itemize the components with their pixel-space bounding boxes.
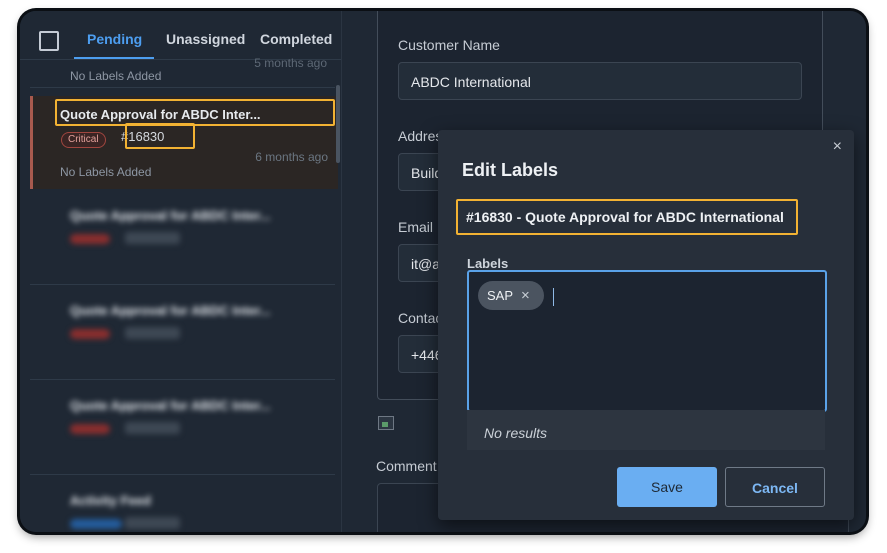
ticket-number — [125, 327, 180, 339]
item-labels: No Labels Added — [70, 69, 162, 83]
customer-name-field[interactable]: ABDC International — [398, 62, 802, 100]
list-scrollbar[interactable] — [336, 85, 340, 163]
list-item[interactable]: Quote Approval for ABDC Inter... — [30, 190, 335, 285]
highlight-box — [125, 123, 195, 149]
item-labels: No Labels Added — [60, 165, 152, 179]
select-all-checkbox[interactable] — [39, 31, 59, 51]
close-icon[interactable]: × — [833, 138, 842, 156]
tab-completed[interactable]: Completed — [260, 31, 332, 47]
item-time: 5 months ago — [254, 56, 327, 70]
contact-label: Contac — [398, 310, 443, 326]
critical-badge — [70, 424, 110, 434]
broken-image-icon — [378, 416, 394, 430]
item-title: Quote Approval for ABDC Inter... — [70, 208, 271, 223]
critical-badge — [70, 234, 110, 244]
remove-chip-icon[interactable]: × — [521, 281, 530, 310]
label-chip-sap: SAP × — [478, 281, 544, 310]
no-results-dropdown: No results — [467, 410, 825, 450]
item-time: 6 months ago — [255, 150, 328, 164]
item-title: Quote Approval for ABDC Inter... — [70, 398, 271, 413]
chip-text: SAP — [487, 288, 514, 303]
list-item[interactable]: 5 months ago No Labels Added — [30, 56, 335, 88]
email-label: Email — [398, 219, 434, 235]
list-item[interactable]: Quote Approval for ABDC Inter... — [30, 285, 335, 380]
ticket-number — [125, 232, 180, 244]
tab-bar: Pending Unassigned Completed — [20, 11, 341, 60]
critical-badge — [70, 329, 110, 339]
status-badge — [70, 519, 122, 529]
tab-unassigned[interactable]: Unassigned — [166, 31, 245, 47]
highlight-box — [55, 99, 335, 126]
modal-subtitle: #16830 - Quote Approval for ABDC Interna… — [466, 209, 784, 225]
labels-input[interactable]: SAP × — [467, 270, 827, 412]
modal-title: Edit Labels — [462, 160, 559, 180]
ticket-list-panel: Pending Unassigned Completed 5 months ag… — [20, 11, 342, 532]
cancel-button[interactable]: Cancel — [725, 467, 825, 507]
list-item[interactable]: Activity Feed — [30, 475, 335, 532]
labels-field-label: Labels — [467, 256, 509, 271]
list-item[interactable]: Quote Approval for ABDC Inter... — [30, 380, 335, 475]
item-title: Quote Approval for ABDC Inter... — [70, 303, 271, 318]
comments-label: Comment — [376, 458, 437, 474]
item-title: Activity Feed — [70, 493, 151, 508]
critical-badge: Critical — [61, 132, 106, 148]
ticket-number — [125, 517, 180, 529]
ticket-number — [125, 422, 180, 434]
tab-pending[interactable]: Pending — [87, 31, 142, 47]
save-button[interactable]: Save — [617, 467, 717, 507]
customer-name-label: Customer Name — [398, 37, 500, 53]
edit-labels-modal: × Edit Labels #16830 - Quote Approval fo… — [438, 130, 854, 520]
text-caret — [553, 288, 554, 306]
app-window: Pending Unassigned Completed 5 months ag… — [20, 11, 866, 532]
